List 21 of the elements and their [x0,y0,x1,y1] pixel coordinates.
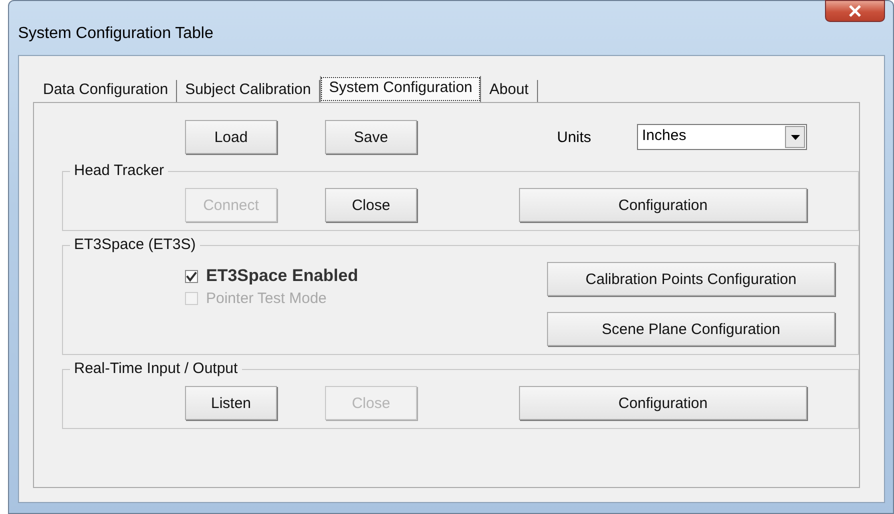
close-button[interactable] [825,0,885,22]
window-title: System Configuration Table [18,25,214,43]
units-dropdown[interactable]: Inches [637,124,807,150]
units-label: Units [557,128,592,146]
checkbox[interactable] [185,270,198,282]
push-button[interactable]: Save [325,120,417,154]
push-button[interactable]: Listen [185,386,277,420]
push-button[interactable]: Scene Plane Configuration [547,312,835,346]
checkmark-icon [186,270,197,282]
push-button[interactable]: Configuration [519,386,807,420]
checkbox-label: ET3Space Enabled [206,266,358,286]
push-button[interactable]: Load [185,120,277,154]
dropdown-arrow-icon [790,134,800,140]
push-button[interactable]: Configuration [519,188,807,222]
push-button[interactable]: Calibration Points Configuration [547,262,835,296]
checkbox-label: Pointer Test Mode [206,290,327,307]
group-title: ET3Space (ET3S) [70,236,200,253]
push-button[interactable]: Close [325,188,417,222]
close-icon [848,5,862,17]
group-title: Real-Time Input / Output [70,360,242,377]
tab[interactable]: System Configuration [320,76,482,102]
